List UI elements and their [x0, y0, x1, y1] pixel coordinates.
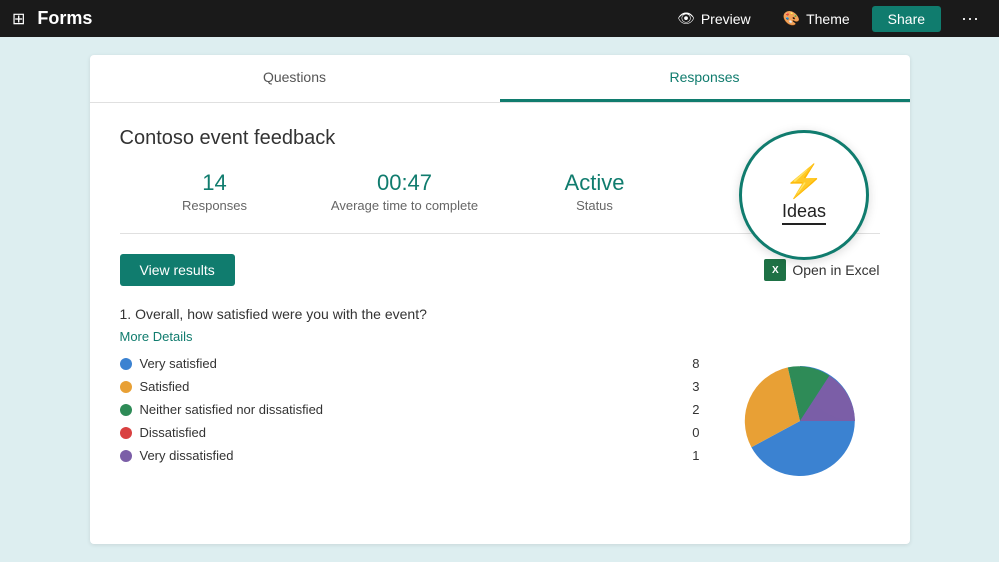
stat-responses-label: Responses: [120, 198, 310, 213]
legend-item: Very dissatisfied 1: [120, 448, 700, 463]
preview-label: Preview: [701, 11, 751, 27]
pie-chart: [720, 356, 880, 486]
legend-count: 3: [692, 379, 699, 394]
stat-status: Active Status: [500, 170, 690, 213]
open-in-excel-button[interactable]: X Open in Excel: [764, 259, 879, 281]
ideas-lightning-icon: ⚡: [784, 165, 824, 197]
actions-row: View results X Open in Excel: [120, 254, 880, 286]
open-excel-label: Open in Excel: [792, 262, 879, 278]
ideas-popup-label: Ideas: [782, 201, 826, 225]
legend-item: Satisfied 3: [120, 379, 700, 394]
share-button[interactable]: Share: [872, 6, 941, 32]
more-options-button[interactable]: ···: [953, 4, 987, 33]
legend-count: 8: [692, 356, 699, 371]
more-details-link[interactable]: More Details: [120, 329, 193, 344]
stat-responses-value: 14: [120, 170, 310, 196]
ideas-popup[interactable]: ⚡ Ideas: [739, 130, 869, 260]
tab-questions[interactable]: Questions: [90, 55, 500, 102]
question-1-title: 1. Overall, how satisfied were you with …: [120, 306, 880, 322]
legend-dot: [120, 381, 132, 393]
content-card: Questions Responses Contoso event feedba…: [90, 55, 910, 544]
theme-button[interactable]: 🎨 Theme: [773, 6, 860, 31]
stat-responses: 14 Responses: [120, 170, 310, 213]
legend-list: Very satisfied 8 Satisfied 3 Neither sat…: [120, 356, 700, 486]
legend-count: 1: [692, 448, 699, 463]
legend-item: Dissatisfied 0: [120, 425, 700, 440]
app-grid-icon[interactable]: ⊞: [12, 9, 25, 29]
question-1-section: 1. Overall, how satisfied were you with …: [120, 306, 880, 486]
question-number: 1.: [120, 306, 132, 322]
top-navigation: ⊞ Forms 👁 Preview 🎨 Theme Share ···: [0, 0, 999, 37]
chart-area: Very satisfied 8 Satisfied 3 Neither sat…: [120, 356, 880, 486]
legend-dot: [120, 358, 132, 370]
preview-icon: 👁: [677, 10, 695, 27]
legend-dot: [120, 450, 132, 462]
app-logo: Forms: [37, 8, 92, 29]
view-results-button[interactable]: View results: [120, 254, 235, 286]
preview-button[interactable]: 👁 Preview: [667, 6, 761, 31]
question-text: Overall, how satisfied were you with the…: [135, 306, 427, 322]
legend-label: Neither satisfied nor dissatisfied: [140, 402, 685, 417]
tab-responses[interactable]: Responses: [500, 55, 910, 102]
stat-avg-time: 00:47 Average time to complete: [310, 170, 500, 213]
stat-avg-time-value: 00:47: [310, 170, 500, 196]
legend-dot: [120, 427, 132, 439]
legend-count: 0: [692, 425, 699, 440]
legend-item: Neither satisfied nor dissatisfied 2: [120, 402, 700, 417]
tabs-bar: Questions Responses: [90, 55, 910, 103]
theme-icon: 🎨: [783, 10, 800, 27]
legend-label: Very satisfied: [140, 356, 685, 371]
theme-label: Theme: [806, 11, 850, 27]
legend-label: Dissatisfied: [140, 425, 685, 440]
stat-status-value: Active: [500, 170, 690, 196]
stat-status-label: Status: [500, 198, 690, 213]
excel-icon: X: [764, 259, 786, 281]
main-area: Questions Responses Contoso event feedba…: [0, 37, 999, 562]
legend-label: Satisfied: [140, 379, 685, 394]
legend-count: 2: [692, 402, 699, 417]
legend-item: Very satisfied 8: [120, 356, 700, 371]
legend-dot: [120, 404, 132, 416]
stat-avg-time-label: Average time to complete: [310, 198, 500, 213]
legend-label: Very dissatisfied: [140, 448, 685, 463]
